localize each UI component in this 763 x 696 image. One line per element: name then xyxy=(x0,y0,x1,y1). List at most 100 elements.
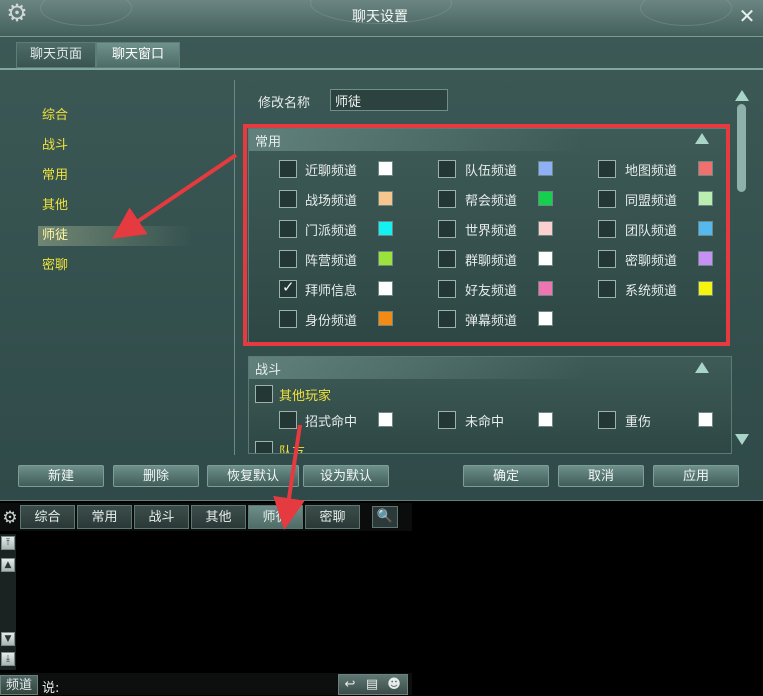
chat-tab-mentor[interactable]: 师徒 xyxy=(248,505,303,529)
channel-checkbox[interactable] xyxy=(438,190,456,208)
channel-label: 未命中 xyxy=(465,415,505,430)
chat-tab-other[interactable]: 其他 xyxy=(191,505,246,529)
new-button[interactable]: 新建 xyxy=(18,465,104,487)
chat-scrollbar[interactable]: ⤒ ▲ ▼ ⤓ xyxy=(0,534,16,670)
channel-color-swatch[interactable] xyxy=(698,221,713,236)
tab-chat-window[interactable]: 聊天窗口 xyxy=(96,42,180,68)
sidebar-item-common[interactable]: 常用 xyxy=(42,166,192,186)
channel-color-swatch[interactable] xyxy=(538,412,553,427)
channel-color-swatch[interactable] xyxy=(378,311,393,326)
channel-label: 门派频道 xyxy=(305,224,358,239)
scroll-down-icon[interactable]: ▼ xyxy=(1,632,15,646)
channel-color-swatch[interactable] xyxy=(378,221,393,236)
group-checkbox[interactable] xyxy=(255,441,273,453)
apply-button[interactable]: 应用 xyxy=(653,465,739,487)
section-common-title: 常用 xyxy=(255,135,282,150)
channel-color-swatch[interactable] xyxy=(698,191,713,206)
channel-color-swatch[interactable] xyxy=(378,412,393,427)
channel-checkbox[interactable] xyxy=(438,250,456,268)
channel-checkbox[interactable] xyxy=(279,250,297,268)
channel-checkbox[interactable] xyxy=(438,160,456,178)
delete-button[interactable]: 删除 xyxy=(113,465,199,487)
channel-label: 阵营频道 xyxy=(305,254,358,269)
channel-label: 拜师信息 xyxy=(305,284,358,299)
sidebar-item-combat[interactable]: 战斗 xyxy=(42,136,192,156)
section-combat: 战斗 其他玩家 招式命中 未命中 重伤 队友 xyxy=(248,356,732,454)
channel-color-swatch[interactable] xyxy=(538,251,553,266)
chat-search-button[interactable]: 🔍 xyxy=(372,506,398,528)
channel-color-swatch[interactable] xyxy=(378,161,393,176)
channel-color-swatch[interactable] xyxy=(538,161,553,176)
sidebar-item-general[interactable]: 综合 xyxy=(42,106,192,126)
channel-label: 群聊频道 xyxy=(465,254,518,269)
channel-checkbox[interactable]: ✓ xyxy=(279,278,297,298)
channel-label: 近聊频道 xyxy=(305,164,358,179)
sidebar-item-mentor[interactable]: 师徒 xyxy=(38,226,192,246)
group-label: 其他玩家 xyxy=(279,389,332,404)
channel-select-button[interactable]: 频道 xyxy=(0,675,38,695)
channel-color-swatch[interactable] xyxy=(698,281,713,296)
channel-label: 队伍频道 xyxy=(465,164,518,179)
set-default-button[interactable]: 设为默认 xyxy=(303,465,389,487)
sidebar-item-other[interactable]: 其他 xyxy=(42,196,192,216)
chat-gear-icon[interactable]: ⚙ xyxy=(0,507,20,529)
channel-color-swatch[interactable] xyxy=(378,281,393,296)
channel-checkbox[interactable] xyxy=(598,220,616,238)
channel-checkbox[interactable] xyxy=(598,160,616,178)
settings-tab-bar: 聊天页面 聊天窗口 xyxy=(0,42,763,70)
channel-checkbox[interactable] xyxy=(279,310,297,328)
group-checkbox[interactable] xyxy=(255,385,273,403)
channel-checkbox[interactable] xyxy=(598,280,616,298)
ok-button[interactable]: 确定 xyxy=(463,465,549,487)
section-common-header[interactable]: 常用 xyxy=(249,129,729,151)
sidebar-item-whisper[interactable]: 密聊 xyxy=(42,256,192,276)
channel-checkbox[interactable] xyxy=(279,411,297,429)
channel-checkbox[interactable] xyxy=(438,220,456,238)
chat-tab-general[interactable]: 综合 xyxy=(20,505,75,529)
scroll-bottom-icon[interactable]: ⤓ xyxy=(1,652,15,666)
channel-color-swatch[interactable] xyxy=(698,412,713,427)
section-combat-header[interactable]: 战斗 xyxy=(249,357,731,379)
channel-label: 地图频道 xyxy=(625,164,678,179)
collapse-triangle-icon[interactable] xyxy=(695,133,709,144)
chat-tab-combat[interactable]: 战斗 xyxy=(134,505,189,529)
channel-checkbox[interactable] xyxy=(279,190,297,208)
scroll-up-icon[interactable] xyxy=(735,90,749,101)
channel-checkbox[interactable] xyxy=(438,310,456,328)
channel-checkbox[interactable] xyxy=(438,280,456,298)
channel-checkbox[interactable] xyxy=(598,411,616,429)
emoji-icon[interactable]: ☻ xyxy=(385,676,403,694)
channel-label: 身份频道 xyxy=(305,314,358,329)
channel-checkbox[interactable] xyxy=(598,190,616,208)
channel-color-swatch[interactable] xyxy=(538,281,553,296)
scroll-top-icon[interactable]: ⤒ xyxy=(1,536,15,550)
channel-color-swatch[interactable] xyxy=(378,191,393,206)
close-button[interactable]: ✕ xyxy=(734,4,760,28)
message-icon[interactable]: ▤ xyxy=(363,676,381,694)
scroll-up-icon[interactable]: ▲ xyxy=(1,558,15,572)
chat-tab-whisper[interactable]: 密聊 xyxy=(305,505,360,529)
chat-tab-common[interactable]: 常用 xyxy=(77,505,132,529)
channel-color-swatch[interactable] xyxy=(698,161,713,176)
channel-checkbox[interactable] xyxy=(279,160,297,178)
channel-color-swatch[interactable] xyxy=(378,251,393,266)
channel-checkbox[interactable] xyxy=(438,411,456,429)
rename-input[interactable] xyxy=(330,89,448,111)
collapse-triangle-icon[interactable] xyxy=(695,362,709,373)
channel-color-swatch[interactable] xyxy=(538,311,553,326)
scroll-down-icon[interactable] xyxy=(735,434,749,445)
chat-message-area[interactable] xyxy=(0,531,412,671)
channel-checkbox[interactable] xyxy=(598,250,616,268)
tab-chat-page[interactable]: 聊天页面 xyxy=(16,42,96,68)
restore-default-button[interactable]: 恢复默认 xyxy=(207,465,299,487)
chat-action-buttons: ↩ ▤ ☻ xyxy=(338,674,408,695)
channel-color-swatch[interactable] xyxy=(538,191,553,206)
reply-icon[interactable]: ↩ xyxy=(341,676,359,694)
window-list-sidebar: 综合 战斗 常用 其他 师徒 密聊 xyxy=(0,80,235,455)
channel-color-swatch[interactable] xyxy=(698,251,713,266)
channel-color-swatch[interactable] xyxy=(538,221,553,236)
channel-checkbox[interactable] xyxy=(279,220,297,238)
cancel-button[interactable]: 取消 xyxy=(558,465,644,487)
scroll-thumb[interactable] xyxy=(737,104,746,192)
group-label: 队友 xyxy=(279,445,306,454)
